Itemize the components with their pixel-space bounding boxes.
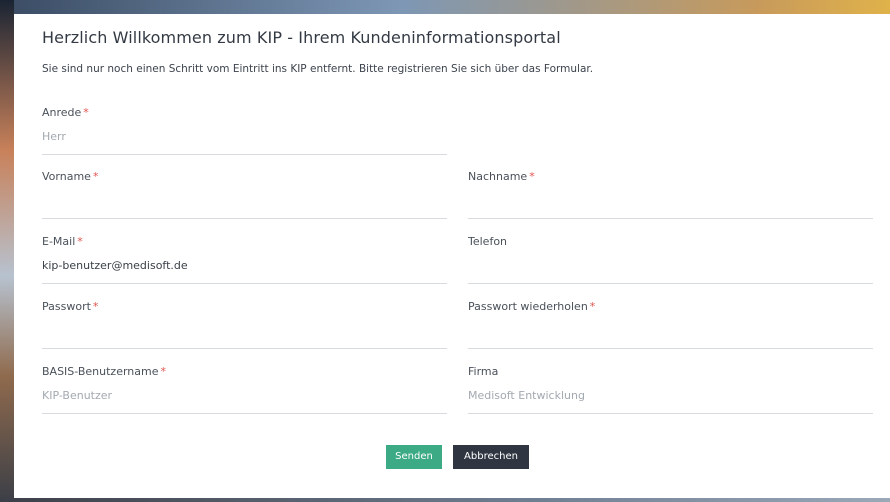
required-marker: * xyxy=(92,300,99,313)
nachname-input[interactable] xyxy=(468,194,873,219)
email-field[interactable]: E-Mail * kip-benutzer@medisoft.de xyxy=(42,235,447,284)
nachname-label: Nachname * xyxy=(468,170,535,183)
anrede-select[interactable]: Herr xyxy=(42,130,447,155)
background-bottom xyxy=(0,498,890,502)
background-left xyxy=(0,0,14,502)
required-marker: * xyxy=(83,106,89,119)
required-marker: * xyxy=(589,300,596,313)
vorname-label: Vorname * xyxy=(42,170,99,183)
cancel-button[interactable]: Abbrechen xyxy=(453,445,529,469)
anrede-label: Anrede * xyxy=(42,106,89,119)
anrede-field[interactable]: Anrede * Herr xyxy=(42,106,447,155)
telefon-label: Telefon xyxy=(468,235,508,248)
registration-card: Herzlich Willkommen zum KIP - Ihrem Kund… xyxy=(14,14,890,498)
required-marker: * xyxy=(92,170,99,183)
passwort-wiederholen-label: Passwort wiederholen * xyxy=(468,300,596,313)
basis-benutzername-field[interactable]: BASIS-Benutzername * KIP-Benutzer xyxy=(42,365,447,414)
telefon-input[interactable] xyxy=(468,259,873,284)
required-marker: * xyxy=(529,170,535,183)
basis-benutzername-input[interactable]: KIP-Benutzer xyxy=(42,389,447,414)
firma-label: Firma xyxy=(468,365,499,378)
email-label: E-Mail * xyxy=(42,235,83,248)
passwort-input[interactable] xyxy=(42,324,447,349)
passwort-wiederholen-field[interactable]: Passwort wiederholen * xyxy=(468,300,873,349)
required-marker: * xyxy=(160,365,167,378)
passwort-field[interactable]: Passwort * xyxy=(42,300,447,349)
telefon-field[interactable]: Telefon xyxy=(468,235,873,284)
page-title: Herzlich Willkommen zum KIP - Ihrem Kund… xyxy=(42,28,561,47)
firma-field[interactable]: Firma Medisoft Entwicklung xyxy=(468,365,873,414)
firma-input[interactable]: Medisoft Entwicklung xyxy=(468,389,873,414)
send-button[interactable]: Senden xyxy=(386,445,442,469)
email-input[interactable]: kip-benutzer@medisoft.de xyxy=(42,259,447,284)
nachname-field[interactable]: Nachname * xyxy=(468,170,873,219)
basis-benutzername-label: BASIS-Benutzername * xyxy=(42,365,167,378)
vorname-field[interactable]: Vorname * xyxy=(42,170,447,219)
passwort-wiederholen-input[interactable] xyxy=(468,324,873,349)
vorname-input[interactable] xyxy=(42,194,447,219)
background-top xyxy=(0,0,890,14)
required-marker: * xyxy=(77,235,83,248)
page-subtitle: Sie sind nur noch einen Schritt vom Eint… xyxy=(42,63,594,75)
passwort-label: Passwort * xyxy=(42,300,99,313)
